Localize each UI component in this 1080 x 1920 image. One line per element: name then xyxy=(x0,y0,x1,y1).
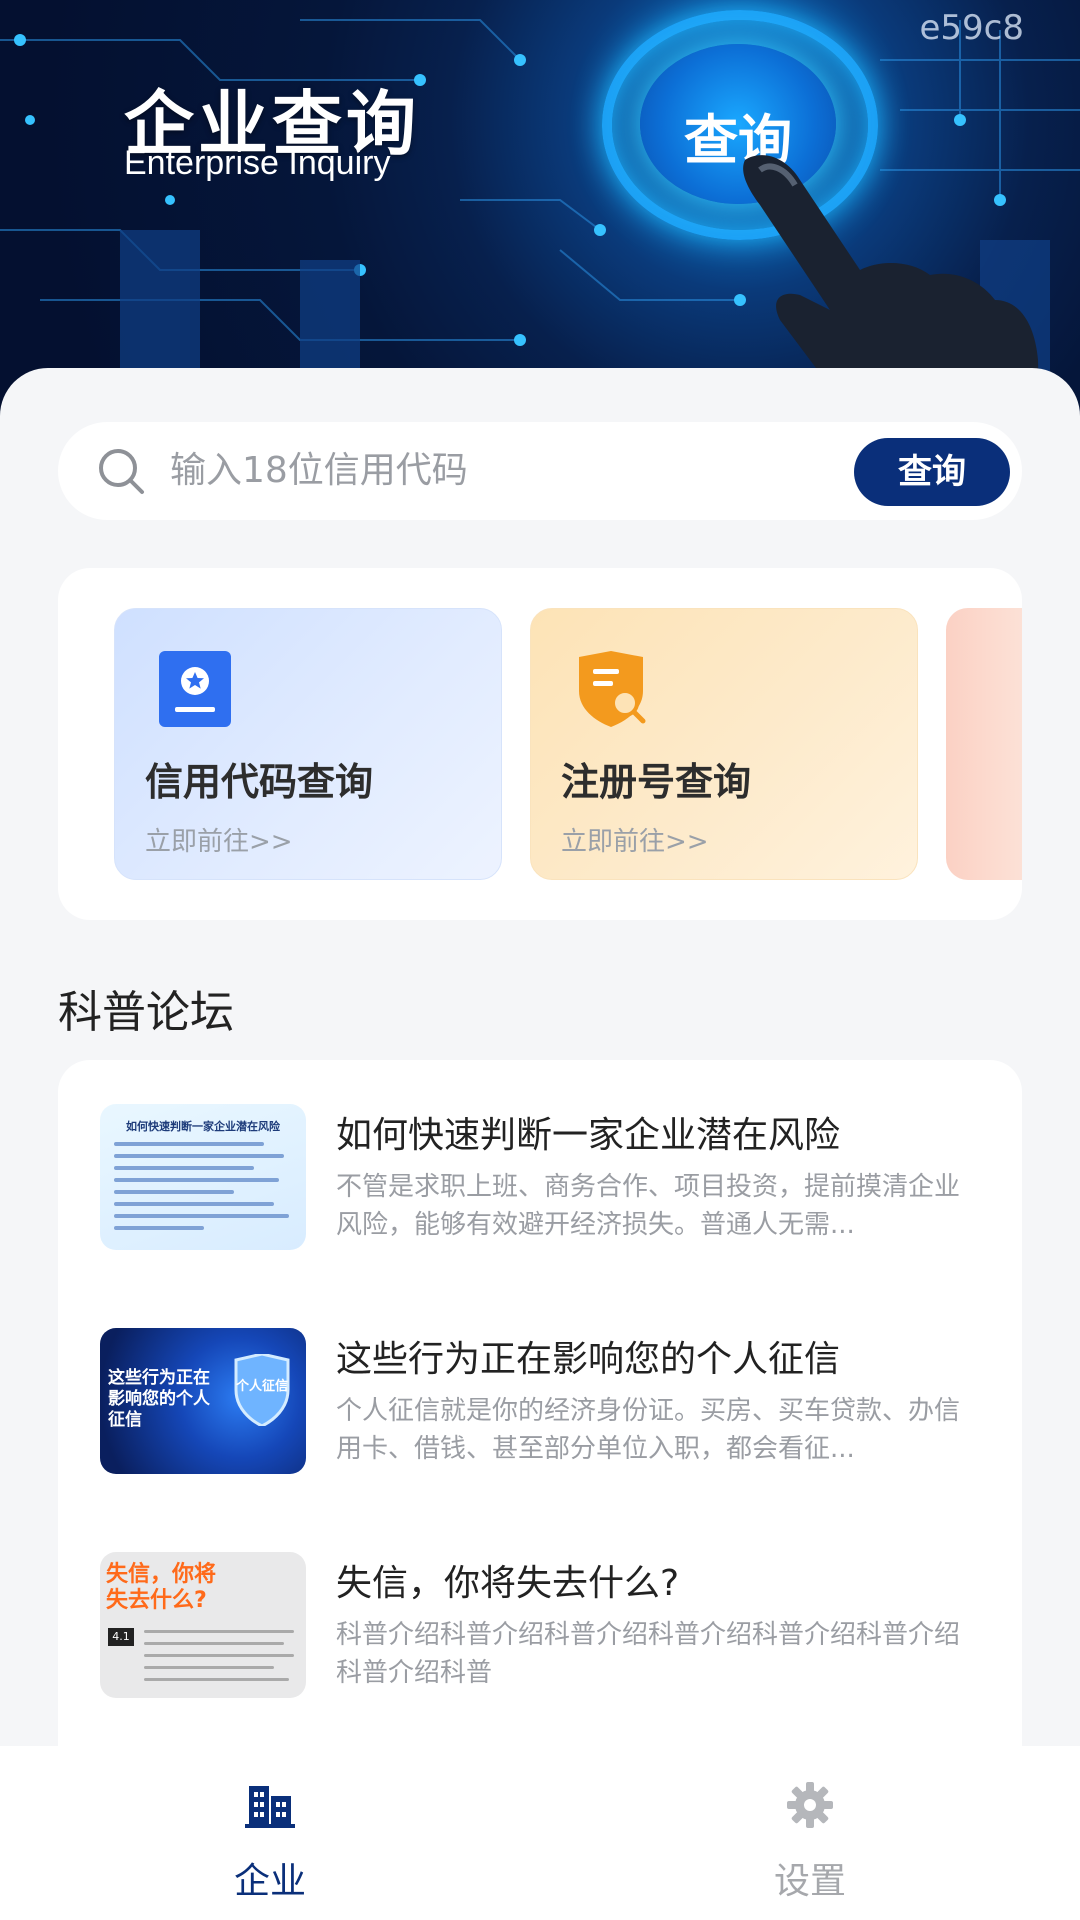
thumbnail-heading: 如何快速判断一家企业潜在风险 xyxy=(126,1120,280,1133)
article-thumbnail: 这些行为正在影响您的个人征信 个人征信 xyxy=(100,1328,306,1474)
gear-icon xyxy=(787,1782,833,1828)
quick-query-panel: 信用代码查询 立即前往>> 注册号查询 立即前往>> xyxy=(58,568,1022,920)
building-icon xyxy=(245,1786,295,1828)
card-link[interactable]: 立即前往>> xyxy=(561,821,709,858)
thumbnail-heading: 这些行为正在影响您的个人征信 xyxy=(108,1368,210,1430)
tab-settings[interactable]: 设置 xyxy=(540,1746,1080,1920)
list-item[interactable]: 这些行为正在影响您的个人征信 个人征信 这些行为正在影响您的个人征信 个人征信就… xyxy=(100,1328,1000,1478)
bottom-nav: 企业 设置 xyxy=(0,1746,1080,1920)
article-description: 不管是求职上班、商务合作、项目投资，提前摸清企业风险，能够有效避开经济损失。普通… xyxy=(336,1172,961,1240)
shield-search-icon xyxy=(579,651,646,727)
list-item[interactable]: 失信，你将失去什么? 4.1 失信，你将失去什么? 科普介绍科普介绍科普介绍科普… xyxy=(100,1552,1000,1702)
article-title: 这些行为正在影响您的个人征信 xyxy=(336,1339,841,1380)
forum-section-title: 科普论坛 xyxy=(58,987,234,1038)
credit-code-card[interactable]: 信用代码查询 立即前往>> xyxy=(114,608,502,880)
tab-enterprise[interactable]: 企业 xyxy=(0,1746,540,1920)
tab-label: 设置 xyxy=(773,1861,846,1902)
article-thumbnail: 失信，你将失去什么? 4.1 xyxy=(100,1552,306,1698)
registration-number-card[interactable]: 注册号查询 立即前往>> xyxy=(530,608,918,880)
credit-code-icon xyxy=(159,651,231,727)
hero-banner: e59c8 企业查询 Enterprise Inquiry 查询 xyxy=(0,0,1080,420)
article-description: 个人征信就是你的经济身份证。买房、买车贷款、办信用卡、借钱、甚至部分单位入职，都… xyxy=(336,1396,961,1464)
date-badge: 4.1 xyxy=(108,1628,134,1646)
search-icon xyxy=(99,449,144,494)
thumbnail-heading: 失信，你将失去什么? xyxy=(106,1562,217,1613)
next-card-partial[interactable] xyxy=(946,608,1022,880)
shield-badge-text: 个人征信 xyxy=(235,1378,288,1394)
main-panel: 输入18位信用代码 查询 信用代码查询 立即前往>> 注册号查询 立即前往>> xyxy=(0,368,1080,1780)
shield-icon: 个人征信 xyxy=(234,1354,290,1426)
forum-list: 如何快速判断一家企业潜在风险 如何快速判断一家企业潜在风险 不管是求职上班、商务… xyxy=(58,1060,1022,1780)
article-thumbnail: 如何快速判断一家企业潜在风险 xyxy=(100,1104,306,1250)
search-input[interactable]: 输入18位信用代码 xyxy=(170,422,468,520)
tab-label: 企业 xyxy=(233,1861,306,1902)
banner-subtitle: Enterprise Inquiry xyxy=(124,144,391,182)
article-title: 失信，你将失去什么? xyxy=(336,1563,680,1604)
code-tag: e59c8 xyxy=(919,8,1024,48)
search-bar[interactable]: 输入18位信用代码 查询 xyxy=(58,422,1022,520)
card-title: 信用代码查询 xyxy=(145,760,374,804)
card-title: 注册号查询 xyxy=(561,760,752,804)
article-description: 科普介绍科普介绍科普介绍科普介绍科普介绍科普介绍科普介绍科普 xyxy=(336,1620,961,1688)
article-title: 如何快速判断一家企业潜在风险 xyxy=(336,1115,841,1156)
list-item[interactable]: 如何快速判断一家企业潜在风险 如何快速判断一家企业潜在风险 不管是求职上班、商务… xyxy=(100,1104,1000,1254)
search-button[interactable]: 查询 xyxy=(854,438,1010,506)
card-link[interactable]: 立即前往>> xyxy=(145,821,293,858)
